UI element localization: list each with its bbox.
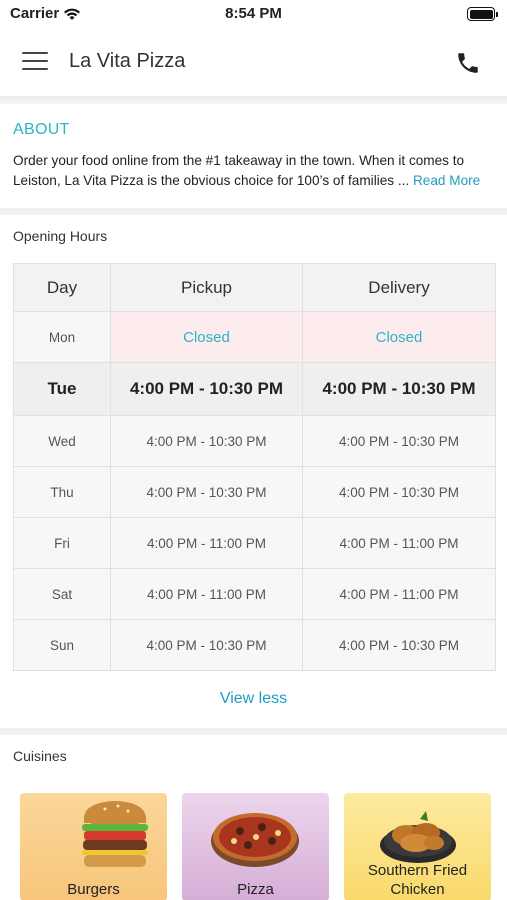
delivery-cell: 4:00 PM - 11:00 PM xyxy=(302,568,496,620)
view-less-button[interactable]: View less xyxy=(0,690,507,708)
status-time: 8:54 PM xyxy=(225,5,282,22)
day-cell: Sat xyxy=(13,568,111,620)
cuisine-card-pizza[interactable]: Pizza xyxy=(182,793,329,900)
cuisine-card-southern-fried-chicken[interactable]: Southern Fried Chicken xyxy=(344,793,491,900)
table-row: Wed 4:00 PM - 10:30 PM 4:00 PM - 10:30 P… xyxy=(13,415,496,467)
pickup-cell: 4:00 PM - 11:00 PM xyxy=(110,517,303,569)
opening-hours-heading: Opening Hours xyxy=(13,228,108,244)
pickup-cell: 4:00 PM - 10:30 PM xyxy=(110,619,303,671)
table-row: Sun 4:00 PM - 10:30 PM 4:00 PM - 10:30 P… xyxy=(13,619,496,671)
hamburger-menu-icon[interactable] xyxy=(22,52,48,72)
cuisine-card-burgers[interactable]: Burgers xyxy=(20,793,167,900)
delivery-cell: 4:00 PM - 10:30 PM xyxy=(302,619,496,671)
column-header-day: Day xyxy=(13,263,111,312)
delivery-cell: 4:00 PM - 10:30 PM xyxy=(302,362,496,416)
opening-hours-table: Day Pickup Delivery Mon Closed Closed Tu… xyxy=(13,263,496,671)
cuisine-label: Southern Fried Chicken xyxy=(367,862,468,898)
day-cell: Sun xyxy=(13,619,111,671)
cuisine-label: Burgers xyxy=(67,881,120,898)
pickup-cell: 4:00 PM - 10:30 PM xyxy=(110,362,303,416)
read-more-link[interactable]: Read More xyxy=(413,173,480,188)
battery-icon xyxy=(467,7,498,21)
about-description: Order your food online from the #1 takea… xyxy=(13,151,497,191)
pickup-cell: 4:00 PM - 10:30 PM xyxy=(110,415,303,467)
day-cell: Tue xyxy=(13,362,111,416)
phone-icon[interactable] xyxy=(455,50,481,76)
delivery-cell: 4:00 PM - 10:30 PM xyxy=(302,466,496,518)
burger-icon xyxy=(82,801,148,867)
column-header-pickup: Pickup xyxy=(110,263,303,312)
delivery-cell: Closed xyxy=(302,311,496,363)
cuisine-list: Burgers Pizza Southern Fried Chicken xyxy=(20,793,491,900)
header-divider xyxy=(0,96,507,104)
about-text: Order your food online from the #1 takea… xyxy=(13,153,465,188)
about-heading: ABOUT xyxy=(13,121,70,138)
day-cell: Fri xyxy=(13,517,111,569)
table-row: Thu 4:00 PM - 10:30 PM 4:00 PM - 10:30 P… xyxy=(13,466,496,518)
cuisine-label: Pizza xyxy=(237,881,274,898)
day-cell: Thu xyxy=(13,466,111,518)
day-cell: Mon xyxy=(13,311,111,363)
section-divider xyxy=(0,728,507,735)
status-bar: Carrier 8:54 PM xyxy=(0,0,507,30)
table-row: Sat 4:00 PM - 11:00 PM 4:00 PM - 11:00 P… xyxy=(13,568,496,620)
section-divider xyxy=(0,208,507,215)
cuisines-heading: Cuisines xyxy=(13,748,67,764)
table-header-row: Day Pickup Delivery xyxy=(13,263,496,312)
app-header: La Vita Pizza xyxy=(0,30,507,96)
table-row: Fri 4:00 PM - 11:00 PM 4:00 PM - 11:00 P… xyxy=(13,517,496,569)
pickup-cell: 4:00 PM - 11:00 PM xyxy=(110,568,303,620)
pickup-cell: Closed xyxy=(110,311,303,363)
pickup-cell: 4:00 PM - 10:30 PM xyxy=(110,466,303,518)
pizza-icon xyxy=(211,813,299,867)
table-row: Tue 4:00 PM - 10:30 PM 4:00 PM - 10:30 P… xyxy=(13,362,496,416)
column-header-delivery: Delivery xyxy=(302,263,496,312)
page-title: La Vita Pizza xyxy=(69,50,186,72)
delivery-cell: 4:00 PM - 10:30 PM xyxy=(302,415,496,467)
day-cell: Wed xyxy=(13,415,111,467)
table-row: Mon Closed Closed xyxy=(13,311,496,363)
delivery-cell: 4:00 PM - 11:00 PM xyxy=(302,517,496,569)
